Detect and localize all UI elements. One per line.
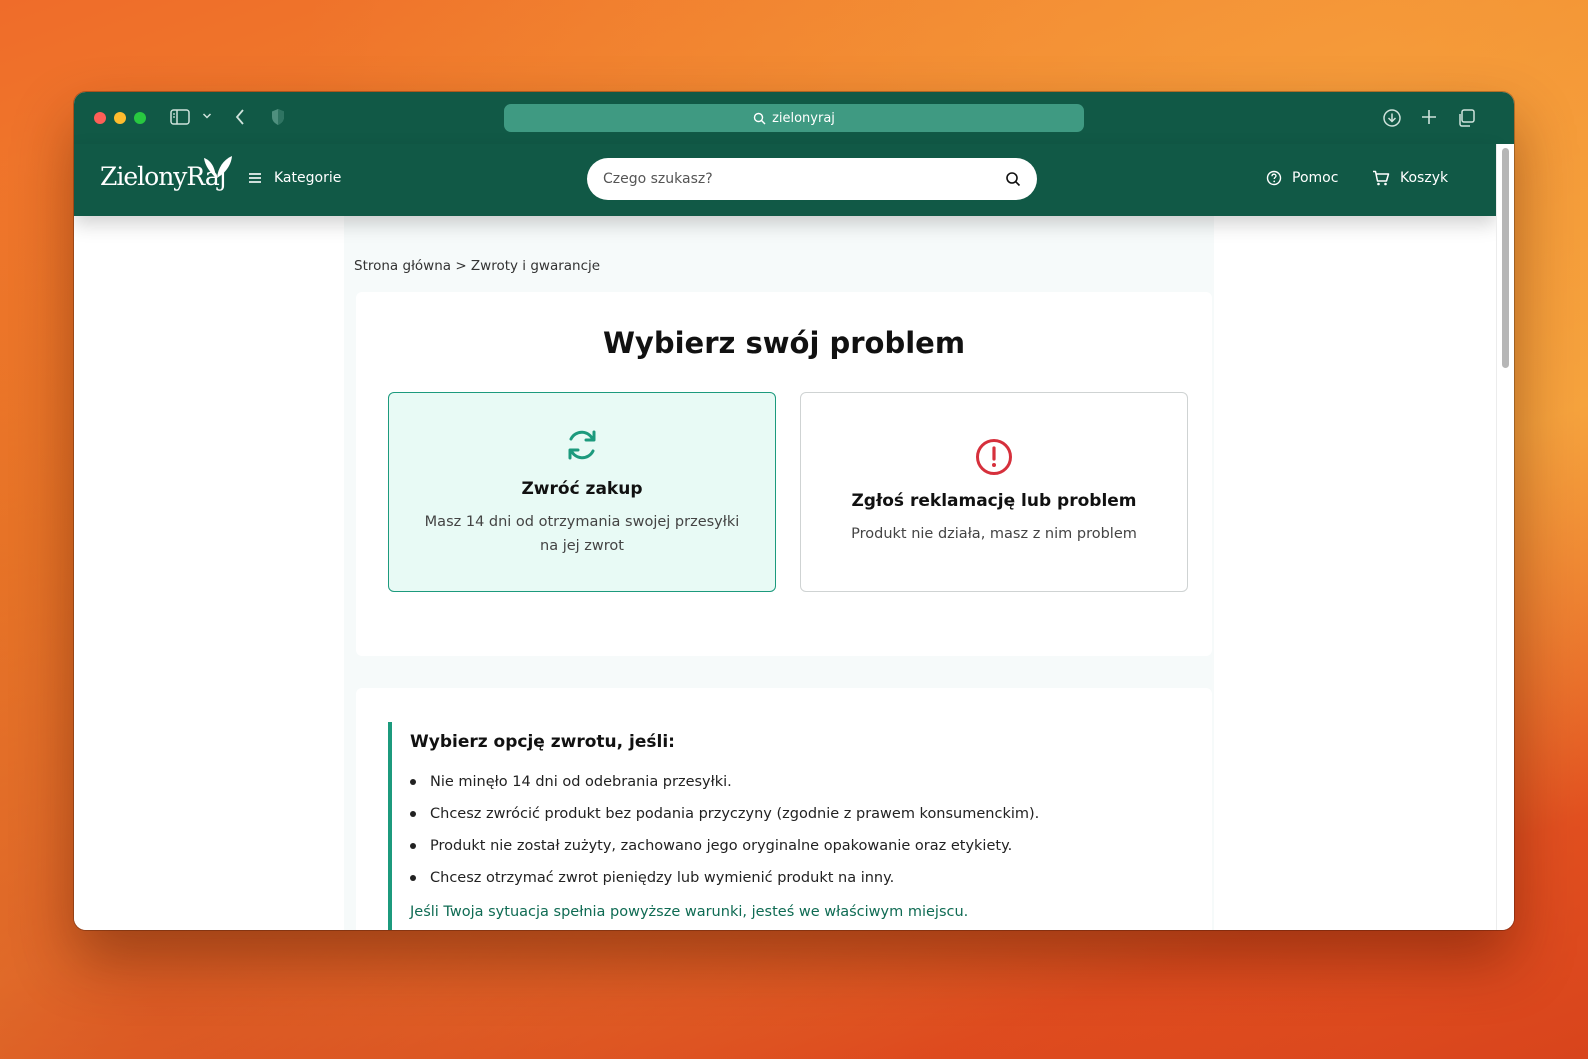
list-item: Nie minęło 14 dni od odebrania przesyłki… — [410, 766, 1188, 798]
page-title: Wybierz swój problem — [602, 326, 966, 360]
list-item-text: Produkt nie został zużyty, zachowano jeg… — [430, 838, 1013, 854]
list-item: Chcesz zwrócić produkt bez podania przyc… — [410, 798, 1188, 830]
info-note: Jeśli Twoja sytuacja spełnia powyższe wa… — [410, 904, 969, 920]
card-title: Zgłoś reklamację lub problem — [851, 491, 1137, 512]
back-icon[interactable] — [234, 108, 246, 126]
card-description: Masz 14 dni od otrzymania swojej przesył… — [424, 514, 740, 554]
cart-link[interactable]: Koszyk — [1372, 170, 1448, 186]
search-icon[interactable] — [1005, 171, 1021, 187]
categories-menu-button[interactable]: Kategorie — [248, 170, 341, 186]
cart-icon — [1373, 170, 1390, 186]
refresh-icon — [568, 430, 596, 460]
plus-icon[interactable] — [1420, 108, 1438, 126]
list-item-text: Nie minęło 14 dni od odebrania przesyłki… — [430, 774, 732, 790]
return-info-box: Wybierz opcję zwrotu, jeśli: Nie minęło … — [388, 722, 1188, 930]
alert-icon — [976, 439, 1012, 476]
download-icon[interactable] — [1382, 108, 1402, 128]
help-icon — [1266, 170, 1282, 186]
browser-titlebar: zielonyraj — [74, 92, 1514, 144]
search-icon — [753, 112, 766, 124]
help-label: Pomoc — [1292, 170, 1339, 186]
bullet — [410, 843, 416, 849]
info-list: Nie minęło 14 dni od odebrania przesyłki… — [410, 766, 1188, 894]
address-bar[interactable]: zielonyraj — [504, 104, 1084, 132]
bullet — [410, 875, 416, 881]
leaf-icon — [204, 156, 232, 178]
categories-label: Kategorie — [274, 170, 342, 186]
tabs-icon[interactable] — [1456, 108, 1476, 128]
return-info-panel: Wybierz opcję zwrotu, jeśli: Nie minęło … — [356, 688, 1212, 930]
hamburger-icon — [249, 173, 261, 183]
scrollbar-thumb[interactable] — [1502, 148, 1509, 368]
page-scrollbar[interactable] — [1496, 144, 1514, 930]
help-link[interactable]: Pomoc — [1266, 170, 1338, 186]
page-content: Strona główna > Zwroty i gwarancje Wybie… — [74, 216, 1496, 930]
shield-icon — [270, 108, 286, 126]
report-complaint-card[interactable]: Zgłoś reklamację lub problem Produkt nie… — [800, 392, 1188, 592]
list-item-text: Chcesz zwrócić produkt bez podania przyc… — [430, 806, 1040, 822]
cart-label: Koszyk — [1400, 170, 1449, 186]
site-header: ZielonyRaj Kategorie Pomoc Koszyk — [74, 144, 1496, 216]
list-item: Chcesz otrzymać zwrot pieniędzy lub wymi… — [410, 862, 1188, 894]
list-item-text: Chcesz otrzymać zwrot pieniędzy lub wymi… — [430, 870, 895, 886]
site-logo[interactable]: ZielonyRaj — [100, 156, 232, 191]
browser-window: zielonyraj ZielonyRaj Kategorie Czego sz… — [74, 92, 1514, 930]
info-title: Wybierz opcję zwrotu, jeśli: — [410, 732, 675, 752]
site-search — [587, 158, 1037, 200]
problem-panel: Wybierz swój problem Zwróć zakup Masz 14… — [356, 292, 1212, 656]
card-title: Zwróć zakup — [521, 479, 643, 500]
close-window-button[interactable] — [94, 112, 106, 124]
chevron-down-icon[interactable] — [202, 112, 212, 120]
card-description: Produkt nie działa, masz z nim problem — [851, 526, 1137, 543]
minimize-window-button[interactable] — [114, 112, 126, 124]
search-input[interactable] — [603, 171, 1005, 187]
bullet — [410, 811, 416, 817]
address-bar-text: zielonyraj — [772, 110, 835, 126]
list-item: Produkt nie został zużyty, zachowano jeg… — [410, 830, 1188, 862]
maximize-window-button[interactable] — [134, 112, 146, 124]
bullet — [410, 779, 416, 785]
return-purchase-card[interactable]: Zwróć zakup Masz 14 dni od otrzymania sw… — [388, 392, 776, 592]
window-controls — [94, 112, 146, 124]
sidebar-icon[interactable] — [170, 108, 190, 126]
breadcrumb[interactable]: Strona główna > Zwroty i gwarancje — [354, 258, 600, 274]
